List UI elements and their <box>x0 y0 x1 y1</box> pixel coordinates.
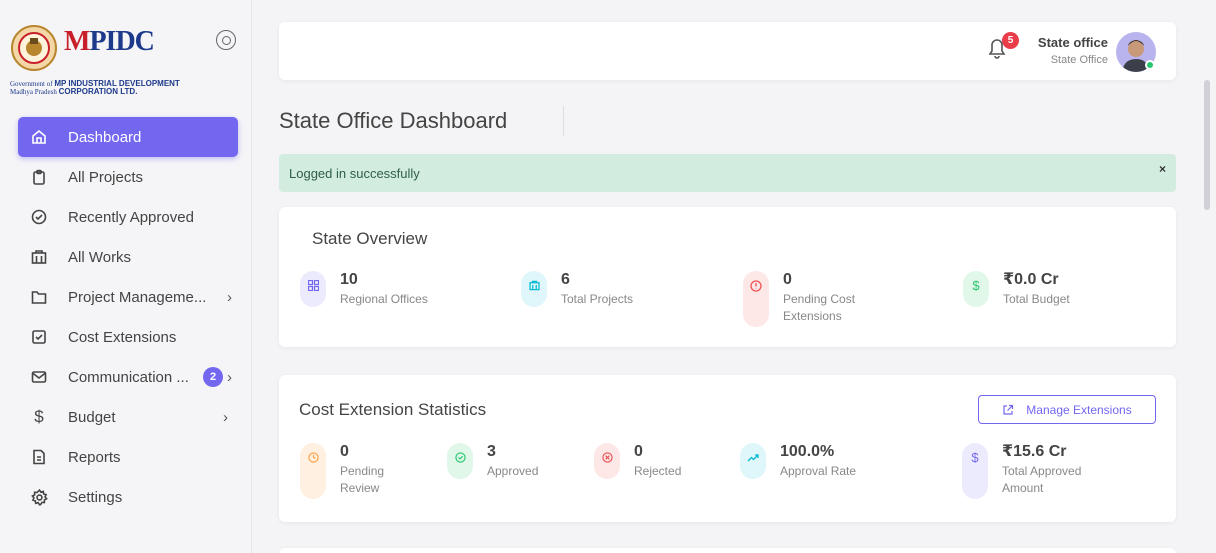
page-scrollbar[interactable] <box>1204 80 1210 210</box>
stat-value: ₹0.0 Cr <box>1003 271 1059 288</box>
brand-tagline: Government of MP INDUSTRIAL DEVELOPMENT … <box>10 79 180 97</box>
mpidc-logo[interactable]: MPIDC Government of MP INDUSTRIAL DEVELO… <box>10 20 242 100</box>
stat-total-budget: $ ₹0.0 Cr Total Budget <box>963 271 1070 308</box>
stat-label: Rejected <box>634 464 682 478</box>
sidebar-item-label: Budget <box>68 408 116 426</box>
sidebar-item-cost-extensions[interactable]: Cost Extensions <box>18 317 238 357</box>
stat-label: Total Budget <box>1003 292 1070 306</box>
stat-pending-cost-extensions: 0 Pending Cost Extensions <box>743 271 883 327</box>
stat-rejected: 0 Rejected <box>594 443 681 480</box>
stat-label: Total Approved Amount <box>1002 464 1082 495</box>
home-icon <box>30 128 48 146</box>
gear-icon <box>30 488 48 506</box>
manage-extensions-button[interactable]: Manage Extensions <box>978 395 1156 424</box>
user-name: State office <box>1037 35 1108 50</box>
stat-approved: 3 Approved <box>447 443 538 480</box>
sidebar-item-label: Cost Extensions <box>68 328 177 346</box>
page-title: State Office Dashboard <box>279 108 508 133</box>
x-circle-icon <box>594 443 620 479</box>
dollar-icon: $ <box>962 443 988 499</box>
sidebar-item-reports[interactable]: Reports <box>18 437 238 477</box>
trending-up-icon <box>740 443 766 479</box>
file-icon <box>30 448 48 466</box>
stat-total-projects: 6 Total Projects <box>521 271 633 308</box>
sidebar-item-label: Reports <box>68 448 121 466</box>
card-title: State Overview <box>312 229 428 248</box>
notification-count-badge: 5 <box>1002 32 1019 49</box>
stat-label: Approval Rate <box>780 464 857 478</box>
sidebar-item-label: Communication ... <box>68 368 189 386</box>
mail-icon <box>30 368 48 386</box>
card-title: Cost Extension Statistics <box>299 400 487 419</box>
sidebar-item-label: Project Manageme... <box>68 288 207 306</box>
stat-value: 0 <box>783 271 792 288</box>
check-circle-icon <box>447 443 473 479</box>
chevron-right-icon: › <box>227 368 232 386</box>
mp-government-emblem-icon <box>11 25 57 71</box>
external-link-icon <box>1003 404 1014 415</box>
app-frame: MPIDC Government of MP INDUSTRIAL DEVELO… <box>0 0 1216 553</box>
sidebar-collapse-toggle[interactable] <box>216 30 236 50</box>
sidebar-item-label: All Projects <box>68 168 144 186</box>
user-role: State Office <box>1050 54 1108 66</box>
stat-value: 0 <box>634 443 643 460</box>
clock-icon <box>300 443 326 499</box>
building-icon <box>30 248 48 266</box>
stat-value: 10 <box>340 271 358 288</box>
sidebar-item-label: Settings <box>68 488 123 506</box>
sidebar-item-label: All Works <box>68 248 132 266</box>
stat-pending-review: 0 Pending Review <box>300 443 410 499</box>
success-alert: Logged in successfully × <box>279 154 1176 192</box>
sidebar-item-label: Recently Approved <box>68 208 194 226</box>
top-navbar: 5 State office State Office <box>279 22 1176 80</box>
sidebar-item-project-management[interactable]: Project Manageme... › <box>18 277 238 317</box>
online-status-dot <box>1145 60 1155 70</box>
stat-value: 0 <box>340 443 349 460</box>
stat-value: ₹15.6 Cr <box>1002 443 1067 460</box>
sidebar: MPIDC Government of MP INDUSTRIAL DEVELO… <box>0 0 252 553</box>
grid-icon <box>300 271 326 307</box>
chevron-right-icon: › <box>227 288 232 306</box>
sidebar-item-recently-approved[interactable]: Recently Approved <box>18 197 238 237</box>
stat-label: Regional Offices <box>340 292 428 306</box>
sidebar-nav: Dashboard All Projects Recently Approved… <box>18 117 238 517</box>
stat-value: 100.0% <box>780 443 835 460</box>
stat-label: Pending Review <box>340 464 385 495</box>
cost-extension-statistics-card: Cost Extension Statistics Manage Extensi… <box>279 375 1176 522</box>
close-icon[interactable]: × <box>1159 162 1166 176</box>
building-icon <box>521 271 547 307</box>
stat-total-approved-amount: $ ₹15.6 Cr Total Approved Amount <box>962 443 1102 499</box>
stat-label: Approved <box>487 464 539 478</box>
check-circle-icon <box>30 208 48 226</box>
sidebar-item-label: Dashboard <box>68 128 142 146</box>
title-divider <box>563 106 564 136</box>
stat-value: 6 <box>561 271 570 288</box>
unread-count-badge: 2 <box>203 367 223 387</box>
dollar-icon: $ <box>34 407 44 426</box>
sidebar-item-settings[interactable]: Settings <box>18 477 238 517</box>
sidebar-item-dashboard[interactable]: Dashboard <box>18 117 238 157</box>
alert-message: Logged in successfully <box>289 165 420 181</box>
dollar-icon: $ <box>963 271 989 307</box>
stat-value: 3 <box>487 443 496 460</box>
clipboard-icon <box>30 168 48 186</box>
button-label: Manage Extensions <box>1026 402 1132 417</box>
chevron-right-icon: › <box>223 408 228 426</box>
sidebar-item-all-projects[interactable]: All Projects <box>18 157 238 197</box>
check-square-icon <box>30 328 48 346</box>
sidebar-item-budget[interactable]: $ Budget › <box>18 397 238 437</box>
stat-label: Total Projects <box>561 292 634 306</box>
sidebar-item-communication[interactable]: Communication ... 2 › <box>18 357 238 397</box>
alert-circle-icon <box>743 271 769 327</box>
stat-regional-offices: 10 Regional Offices <box>300 271 428 308</box>
stat-approval-rate: 100.0% Approval Rate <box>740 443 856 480</box>
brand-name: MPIDC <box>64 26 155 57</box>
next-card-partial <box>279 548 1176 553</box>
sidebar-item-all-works[interactable]: All Works <box>18 237 238 277</box>
folder-icon <box>30 288 48 306</box>
state-overview-card: State Overview 10 Regional Offices 6 Tot… <box>279 207 1176 347</box>
stat-label: Pending Cost Extensions <box>783 292 856 323</box>
